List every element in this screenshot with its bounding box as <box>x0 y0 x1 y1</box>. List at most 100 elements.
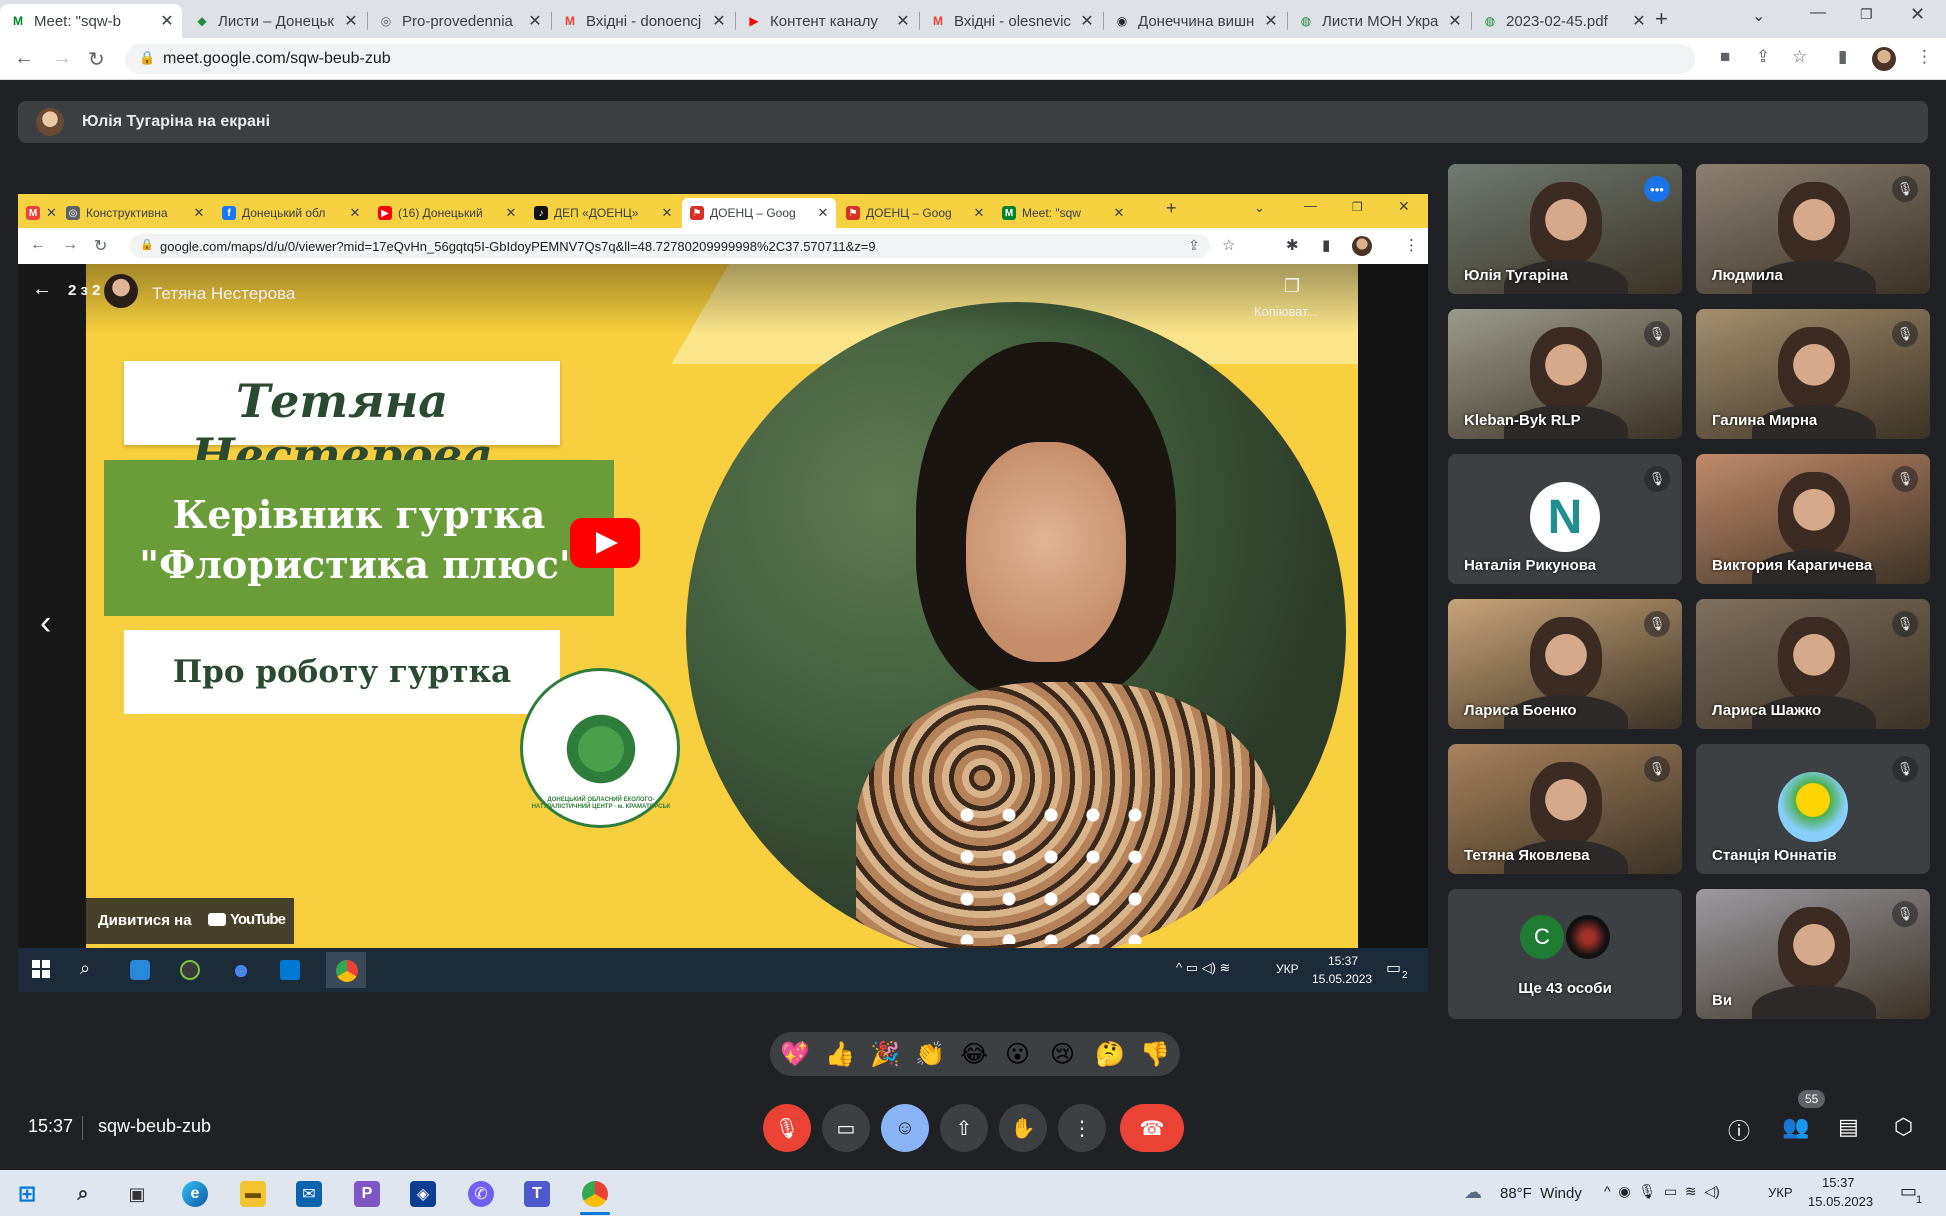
shared-reload-icon: ↻ <box>94 238 108 255</box>
tab-close-icon[interactable]: ✕ <box>342 11 360 31</box>
camera-button[interactable]: ▭ <box>822 1104 870 1152</box>
reaction-emoji[interactable]: 💖 <box>780 1040 810 1069</box>
reaction-emoji[interactable]: 😂 <box>960 1040 988 1069</box>
chat-icon[interactable]: ▤ <box>1838 1114 1859 1140</box>
browser-tab[interactable]: M Meet: "sqw-b ✕ <box>0 4 182 38</box>
more-options-button[interactable]: ⋮ <box>1058 1104 1106 1152</box>
camera-icon[interactable]: ■ <box>1720 47 1730 67</box>
shared-tab: f Донецький обл ✕ <box>214 198 368 228</box>
mic-off-button[interactable]: 🎙 <box>763 1104 811 1152</box>
shared-tab: ▶ (16) Донецький ✕ <box>370 198 524 228</box>
participant-tile[interactable]: Тетяна Яковлева 🎙 <box>1448 744 1682 874</box>
forward-icon[interactable]: → <box>52 47 72 70</box>
close-window-button[interactable]: ✕ <box>1910 4 1925 25</box>
tray-lang[interactable]: УКР <box>1768 1185 1793 1200</box>
participant-tile[interactable]: Ви 🎙 <box>1696 889 1930 1019</box>
reaction-emoji[interactable]: 👍 <box>825 1040 855 1069</box>
participant-tile[interactable]: C Ще 43 особи <box>1448 889 1682 1019</box>
tab-close-icon[interactable]: ✕ <box>1446 11 1464 31</box>
tab-close-icon[interactable]: ✕ <box>1078 11 1096 31</box>
participant-tile[interactable]: Станція Юннатів 🎙 <box>1696 744 1930 874</box>
tray-icons[interactable]: ^ ◉ 🎙 ▭ ≋ ◁) <box>1604 1183 1720 1200</box>
url-field[interactable]: 🔒 meet.google.com/sqw-beub-zub <box>125 44 1695 74</box>
leave-call-button[interactable]: ☎ <box>1120 1104 1184 1152</box>
profile-avatar[interactable] <box>1872 47 1896 71</box>
participant-tile[interactable]: Kleban-Byk RLP 🎙 <box>1448 309 1682 439</box>
browser-tab[interactable]: ◍ 2023-02-45.pdf ✕ <box>1472 4 1654 38</box>
teams-icon[interactable]: T <box>524 1181 550 1207</box>
browser-tab[interactable]: ◆ Листи – Донецьк ✕ <box>184 4 366 38</box>
windows-start-icon[interactable]: ⊞ <box>14 1181 40 1207</box>
tab-close-icon[interactable]: ✕ <box>158 11 176 31</box>
participant-tile[interactable]: N Наталія Рикунова 🎙 <box>1448 454 1682 584</box>
new-tab-button[interactable]: + <box>1655 6 1668 32</box>
tab-close-icon[interactable]: ✕ <box>1630 11 1648 31</box>
shared-screen[interactable]: M ✕ ◎ Конструктивна ✕ f Донецький обл ✕ ▶ (16) До… <box>18 194 1428 992</box>
mic-muted-icon: 🎙 <box>1892 901 1918 927</box>
bookmark-star-icon[interactable]: ☆ <box>1792 47 1807 67</box>
activities-icon[interactable]: ⬡ <box>1894 1114 1913 1140</box>
participant-tile[interactable]: Юлія Тугаріна ••• <box>1448 164 1682 294</box>
meeting-details-icon[interactable]: ⓘ <box>1728 1114 1750 1146</box>
tab-search-icon[interactable]: ⌄ <box>1752 6 1765 26</box>
tab-close-icon[interactable]: ✕ <box>894 11 912 31</box>
weather-text[interactable]: 88°F Windy <box>1500 1185 1582 1202</box>
participant-head <box>1530 327 1602 411</box>
tray-time[interactable]: 15:37 <box>1822 1175 1855 1190</box>
browser-tab[interactable]: M Вхідні - donoencj ✕ <box>552 4 734 38</box>
participant-name: Людмила <box>1712 267 1783 284</box>
taskbar-search-icon[interactable]: ⌕ <box>70 1181 96 1207</box>
browser-tab[interactable]: M Вхідні - olesnevic ✕ <box>920 4 1102 38</box>
participant-name: Галина Мирна <box>1712 412 1818 429</box>
tab-close-icon[interactable]: ✕ <box>526 11 544 31</box>
menu-dots-icon[interactable]: ⋮ <box>1916 47 1933 67</box>
reaction-emoji[interactable]: 👎 <box>1140 1040 1170 1069</box>
reaction-emoji[interactable]: 🤔 <box>1095 1040 1125 1069</box>
restore-window-button[interactable]: ❐ <box>1860 6 1873 23</box>
publisher-icon[interactable]: P <box>354 1181 380 1207</box>
tray-date[interactable]: 15.05.2023 <box>1808 1194 1873 1209</box>
browser-tab[interactable]: ◉ Донеччина вишн ✕ <box>1104 4 1286 38</box>
slide-image: Тетяна Нестерова Керівник гуртка "Флорис… <box>86 264 1358 948</box>
tab-close-icon[interactable]: ✕ <box>1262 11 1280 31</box>
reaction-emoji[interactable]: 😢 <box>1050 1040 1075 1069</box>
browser-tab[interactable]: ◍ Листи МОН Укра ✕ <box>1288 4 1470 38</box>
shared-start-icon <box>32 960 50 978</box>
viber-icon[interactable]: ✆ <box>468 1181 494 1207</box>
prev-arrow-icon: ‹ <box>40 604 52 642</box>
reactions-button[interactable]: ☺ <box>881 1104 929 1152</box>
reaction-emoji[interactable]: 😮 <box>1005 1040 1030 1069</box>
mail-icon[interactable]: ✉ <box>296 1181 322 1207</box>
shared-tab-favicon-icon: M <box>26 206 40 220</box>
participant-head <box>1778 907 1850 991</box>
task-view-icon[interactable]: ▣ <box>124 1181 150 1207</box>
side-panel-icon[interactable]: ▮ <box>1838 47 1847 67</box>
participant-tile[interactable]: Людмила 🎙 <box>1696 164 1930 294</box>
people-icon[interactable]: 👥 <box>1782 1114 1809 1140</box>
weather-icon[interactable]: ☁ <box>1464 1182 1482 1203</box>
participant-tile[interactable]: Виктория Карагичева 🎙 <box>1696 454 1930 584</box>
browser-tab[interactable]: ◎ Pro-provedennia ✕ <box>368 4 550 38</box>
participant-name: Ви <box>1712 992 1733 1009</box>
defender-icon[interactable]: ◈ <box>410 1181 436 1207</box>
present-button[interactable]: ⇧ <box>940 1104 988 1152</box>
more-options-icon[interactable]: ••• <box>1644 176 1670 202</box>
back-icon[interactable]: ← <box>14 47 34 70</box>
edge-icon[interactable]: e <box>182 1181 208 1207</box>
file-explorer-icon[interactable]: ▬ <box>240 1181 266 1207</box>
share-icon[interactable]: ⇪ <box>1756 47 1770 67</box>
reaction-emoji[interactable]: 👏 <box>915 1040 945 1069</box>
participant-tile[interactable]: Галина Мирна 🎙 <box>1696 309 1930 439</box>
reload-icon[interactable]: ↻ <box>88 47 105 72</box>
tab-close-icon[interactable]: ✕ <box>710 11 728 31</box>
minimize-window-button[interactable]: — <box>1810 4 1826 22</box>
raise-hand-button[interactable]: ✋ <box>999 1104 1047 1152</box>
chrome-icon[interactable] <box>582 1181 608 1207</box>
participant-head <box>1530 182 1602 266</box>
reaction-emoji[interactable]: 🎉 <box>870 1040 900 1069</box>
participant-tile[interactable]: Лариса Боенко 🎙 <box>1448 599 1682 729</box>
participant-tile[interactable]: Лариса Шажко 🎙 <box>1696 599 1930 729</box>
browser-tab[interactable]: ▶ Контент каналу ✕ <box>736 4 918 38</box>
tab-title: Листи МОН Укра <box>1322 12 1439 30</box>
notification-icon[interactable]: ▭ <box>1900 1181 1917 1202</box>
